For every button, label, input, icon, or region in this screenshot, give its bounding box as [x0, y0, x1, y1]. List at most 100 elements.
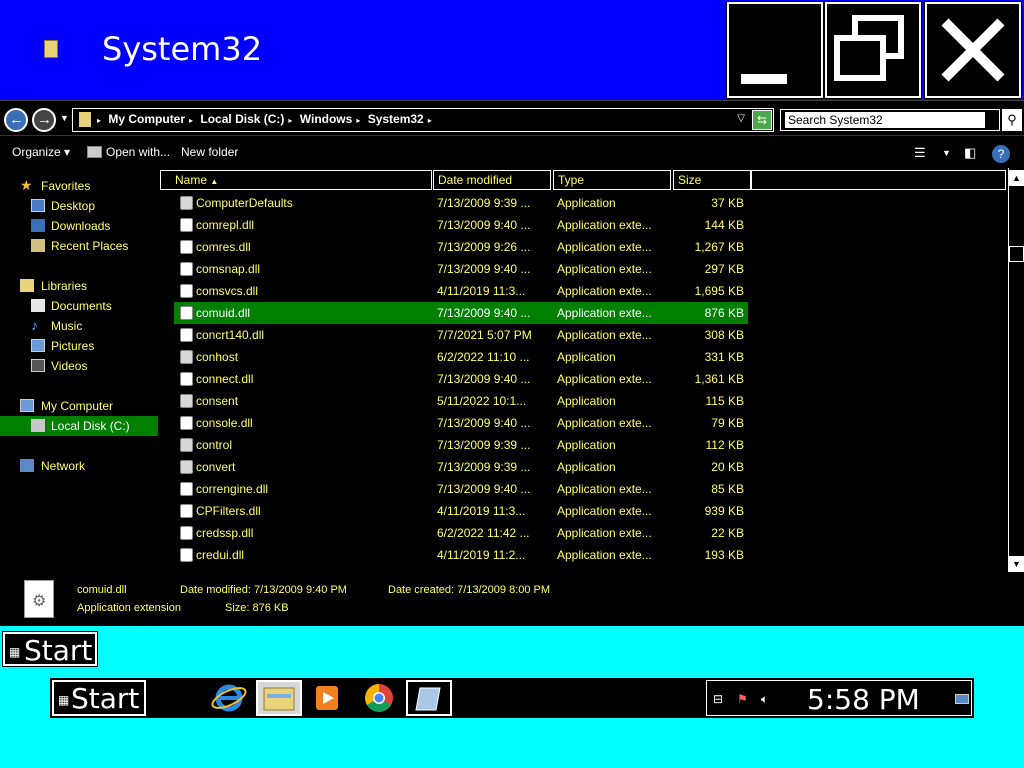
file-row[interactable]: control 7/13/2009 9:39 ... Application 112 …: [174, 434, 748, 456]
column-header-date[interactable]: Date modified: [433, 170, 551, 190]
file-row[interactable]: credui.dll 4/11/2019 11:2... Application e…: [174, 544, 748, 566]
file-row[interactable]: concrt140.dll 7/7/2021 5:07 PM Application…: [174, 324, 748, 346]
file-size: 144 KB: [704, 218, 744, 232]
nav-favorites[interactable]: ★ Favorites: [0, 176, 158, 196]
address-bar[interactable]: ▸ My Computer ▸ Local Disk (C:) ▸ Windows ▸…: [72, 108, 774, 132]
taskbar-chrome[interactable]: [356, 680, 402, 716]
recent-pages-dropdown[interactable]: ▼: [60, 113, 69, 123]
scroll-down-icon[interactable]: ▼: [1009, 556, 1024, 572]
windows-logo-icon: ▦: [9, 645, 21, 659]
file-size: 1,695 KB: [694, 284, 744, 298]
file-row[interactable]: consent 5/11/2022 10:1... Application 115 K…: [174, 390, 748, 412]
help-icon[interactable]: ?: [992, 145, 1010, 163]
file-name: comres.dll: [196, 240, 251, 254]
file-date-modified: 7/13/2009 9:40 ...: [437, 372, 531, 386]
start-button[interactable]: ▦ Start: [52, 680, 146, 716]
file-type: Application exte...: [557, 218, 652, 232]
column-header-size[interactable]: Size: [673, 170, 751, 190]
file-name: comsnap.dll: [196, 262, 261, 276]
search-icon[interactable]: ⚲: [1002, 109, 1022, 131]
downloads-icon: [31, 219, 45, 232]
taskbar-explorer[interactable]: [256, 680, 302, 716]
file-date-modified: 4/11/2019 11:3...: [437, 284, 526, 298]
network-tray-icon[interactable]: ⊟: [713, 692, 723, 706]
file-type: Application exte...: [557, 416, 652, 430]
nav-documents[interactable]: Documents: [0, 296, 158, 316]
nav-desktop[interactable]: Desktop: [0, 196, 158, 216]
column-header-type[interactable]: Type: [553, 170, 671, 190]
computer-icon: [20, 399, 34, 412]
organize-button[interactable]: Organize ▾: [12, 145, 70, 159]
file-row[interactable]: CPFilters.dll 4/11/2019 11:3... Applicatio…: [174, 500, 748, 522]
volume-icon[interactable]: 🔈︎: [761, 692, 768, 707]
file-row[interactable]: comrepl.dll 7/13/2009 9:40 ... Application…: [174, 214, 748, 236]
file-row[interactable]: ComputerDefaults 7/13/2009 9:39 ... Applic…: [174, 192, 748, 214]
breadcrumb-local-disk[interactable]: Local Disk (C:): [200, 112, 284, 126]
file-row[interactable]: console.dll 7/13/2009 9:40 ... Application…: [174, 412, 748, 434]
windows-logo-icon: ▦: [58, 693, 70, 707]
nav-recent-places[interactable]: Recent Places: [0, 236, 158, 256]
file-row[interactable]: comsnap.dll 7/13/2009 9:40 ... Application…: [174, 258, 748, 280]
file-row[interactable]: convert 7/13/2009 9:39 ... Application 20 K…: [174, 456, 748, 478]
refresh-button[interactable]: ⇆: [752, 110, 772, 130]
file-row[interactable]: correngine.dll 7/13/2009 9:40 ... Applicat…: [174, 478, 748, 500]
breadcrumb-system32[interactable]: System32: [368, 112, 424, 126]
folder-icon: [263, 687, 295, 711]
nav-my-computer[interactable]: My Computer: [0, 396, 158, 416]
minimize-button[interactable]: [726, 1, 824, 99]
file-name: convert: [196, 460, 236, 474]
file-size: 79 KB: [711, 416, 744, 430]
nav-libraries[interactable]: Libraries: [0, 276, 158, 296]
view-options-dropdown[interactable]: ▼: [942, 148, 951, 158]
vertical-scrollbar[interactable]: ▲ ▼: [1008, 168, 1024, 572]
address-dropdown-icon[interactable]: ▽: [737, 113, 745, 124]
file-row[interactable]: comuid.dll 7/13/2009 9:40 ... Application …: [174, 302, 748, 324]
open-with-button[interactable]: Open with...: [106, 145, 170, 159]
breadcrumb-windows[interactable]: Windows: [300, 112, 353, 126]
back-button[interactable]: ←: [4, 108, 28, 132]
folder-icon: [44, 40, 58, 58]
forward-button[interactable]: →: [32, 108, 56, 132]
file-type: Application exte...: [557, 306, 652, 320]
new-folder-button[interactable]: New folder: [181, 145, 238, 159]
file-type: Application: [557, 394, 616, 408]
file-date-modified: 7/13/2009 9:39 ...: [437, 196, 531, 210]
file-row[interactable]: credssp.dll 6/2/2022 11:42 ... Application…: [174, 522, 748, 544]
file-type: Application exte...: [557, 240, 652, 254]
nav-local-disk[interactable]: Local Disk (C:): [0, 416, 158, 436]
nav-music[interactable]: ♪ Music: [0, 316, 158, 336]
file-name: connect.dll: [196, 372, 254, 386]
file-date-modified: 7/13/2009 9:39 ...: [437, 438, 531, 452]
nav-videos[interactable]: Videos: [0, 356, 158, 376]
taskbar-media-player[interactable]: [304, 680, 350, 716]
file-row[interactable]: conhost 6/2/2022 11:10 ... Application 331 …: [174, 346, 748, 368]
file-size: 297 KB: [704, 262, 744, 276]
breadcrumb-my-computer[interactable]: My Computer: [108, 112, 185, 126]
file-list: Name ▲ Date modified Type Size ComputerD…: [160, 168, 1008, 572]
show-desktop-icon[interactable]: [955, 694, 969, 704]
restore-button[interactable]: [824, 1, 922, 99]
change-view-icon[interactable]: ☰: [914, 145, 926, 161]
preview-pane-icon[interactable]: ◧: [964, 145, 976, 161]
minimize-icon: [741, 74, 787, 84]
file-date-modified: 6/2/2022 11:10 ...: [437, 350, 530, 364]
search-input[interactable]: [785, 112, 985, 128]
nav-downloads[interactable]: Downloads: [0, 216, 158, 236]
file-name: consent: [196, 394, 239, 408]
clock[interactable]: 5:58 PM: [807, 683, 920, 716]
scroll-thumb[interactable]: [1009, 246, 1024, 262]
file-row[interactable]: comres.dll 7/13/2009 9:26 ... Application …: [174, 236, 748, 258]
file-row[interactable]: comsvcs.dll 4/11/2019 11:3... Application …: [174, 280, 748, 302]
scroll-up-icon[interactable]: ▲: [1009, 170, 1024, 186]
nav-pictures[interactable]: Pictures: [0, 336, 158, 356]
start-button-top[interactable]: ▦ Start: [2, 631, 98, 667]
nav-network[interactable]: Network: [0, 456, 158, 476]
action-center-flag-icon[interactable]: ⚑: [737, 692, 748, 706]
file-row[interactable]: connect.dll 7/13/2009 9:40 ... Application…: [174, 368, 748, 390]
taskbar-internet-explorer[interactable]: [206, 680, 252, 716]
close-button[interactable]: [924, 1, 1022, 99]
search-field[interactable]: [780, 109, 1000, 131]
column-header-name[interactable]: Name ▲: [160, 170, 432, 190]
details-date-created: Date created: 7/13/2009 8:00 PM: [388, 584, 551, 596]
taskbar-pinned-app[interactable]: [406, 680, 452, 716]
